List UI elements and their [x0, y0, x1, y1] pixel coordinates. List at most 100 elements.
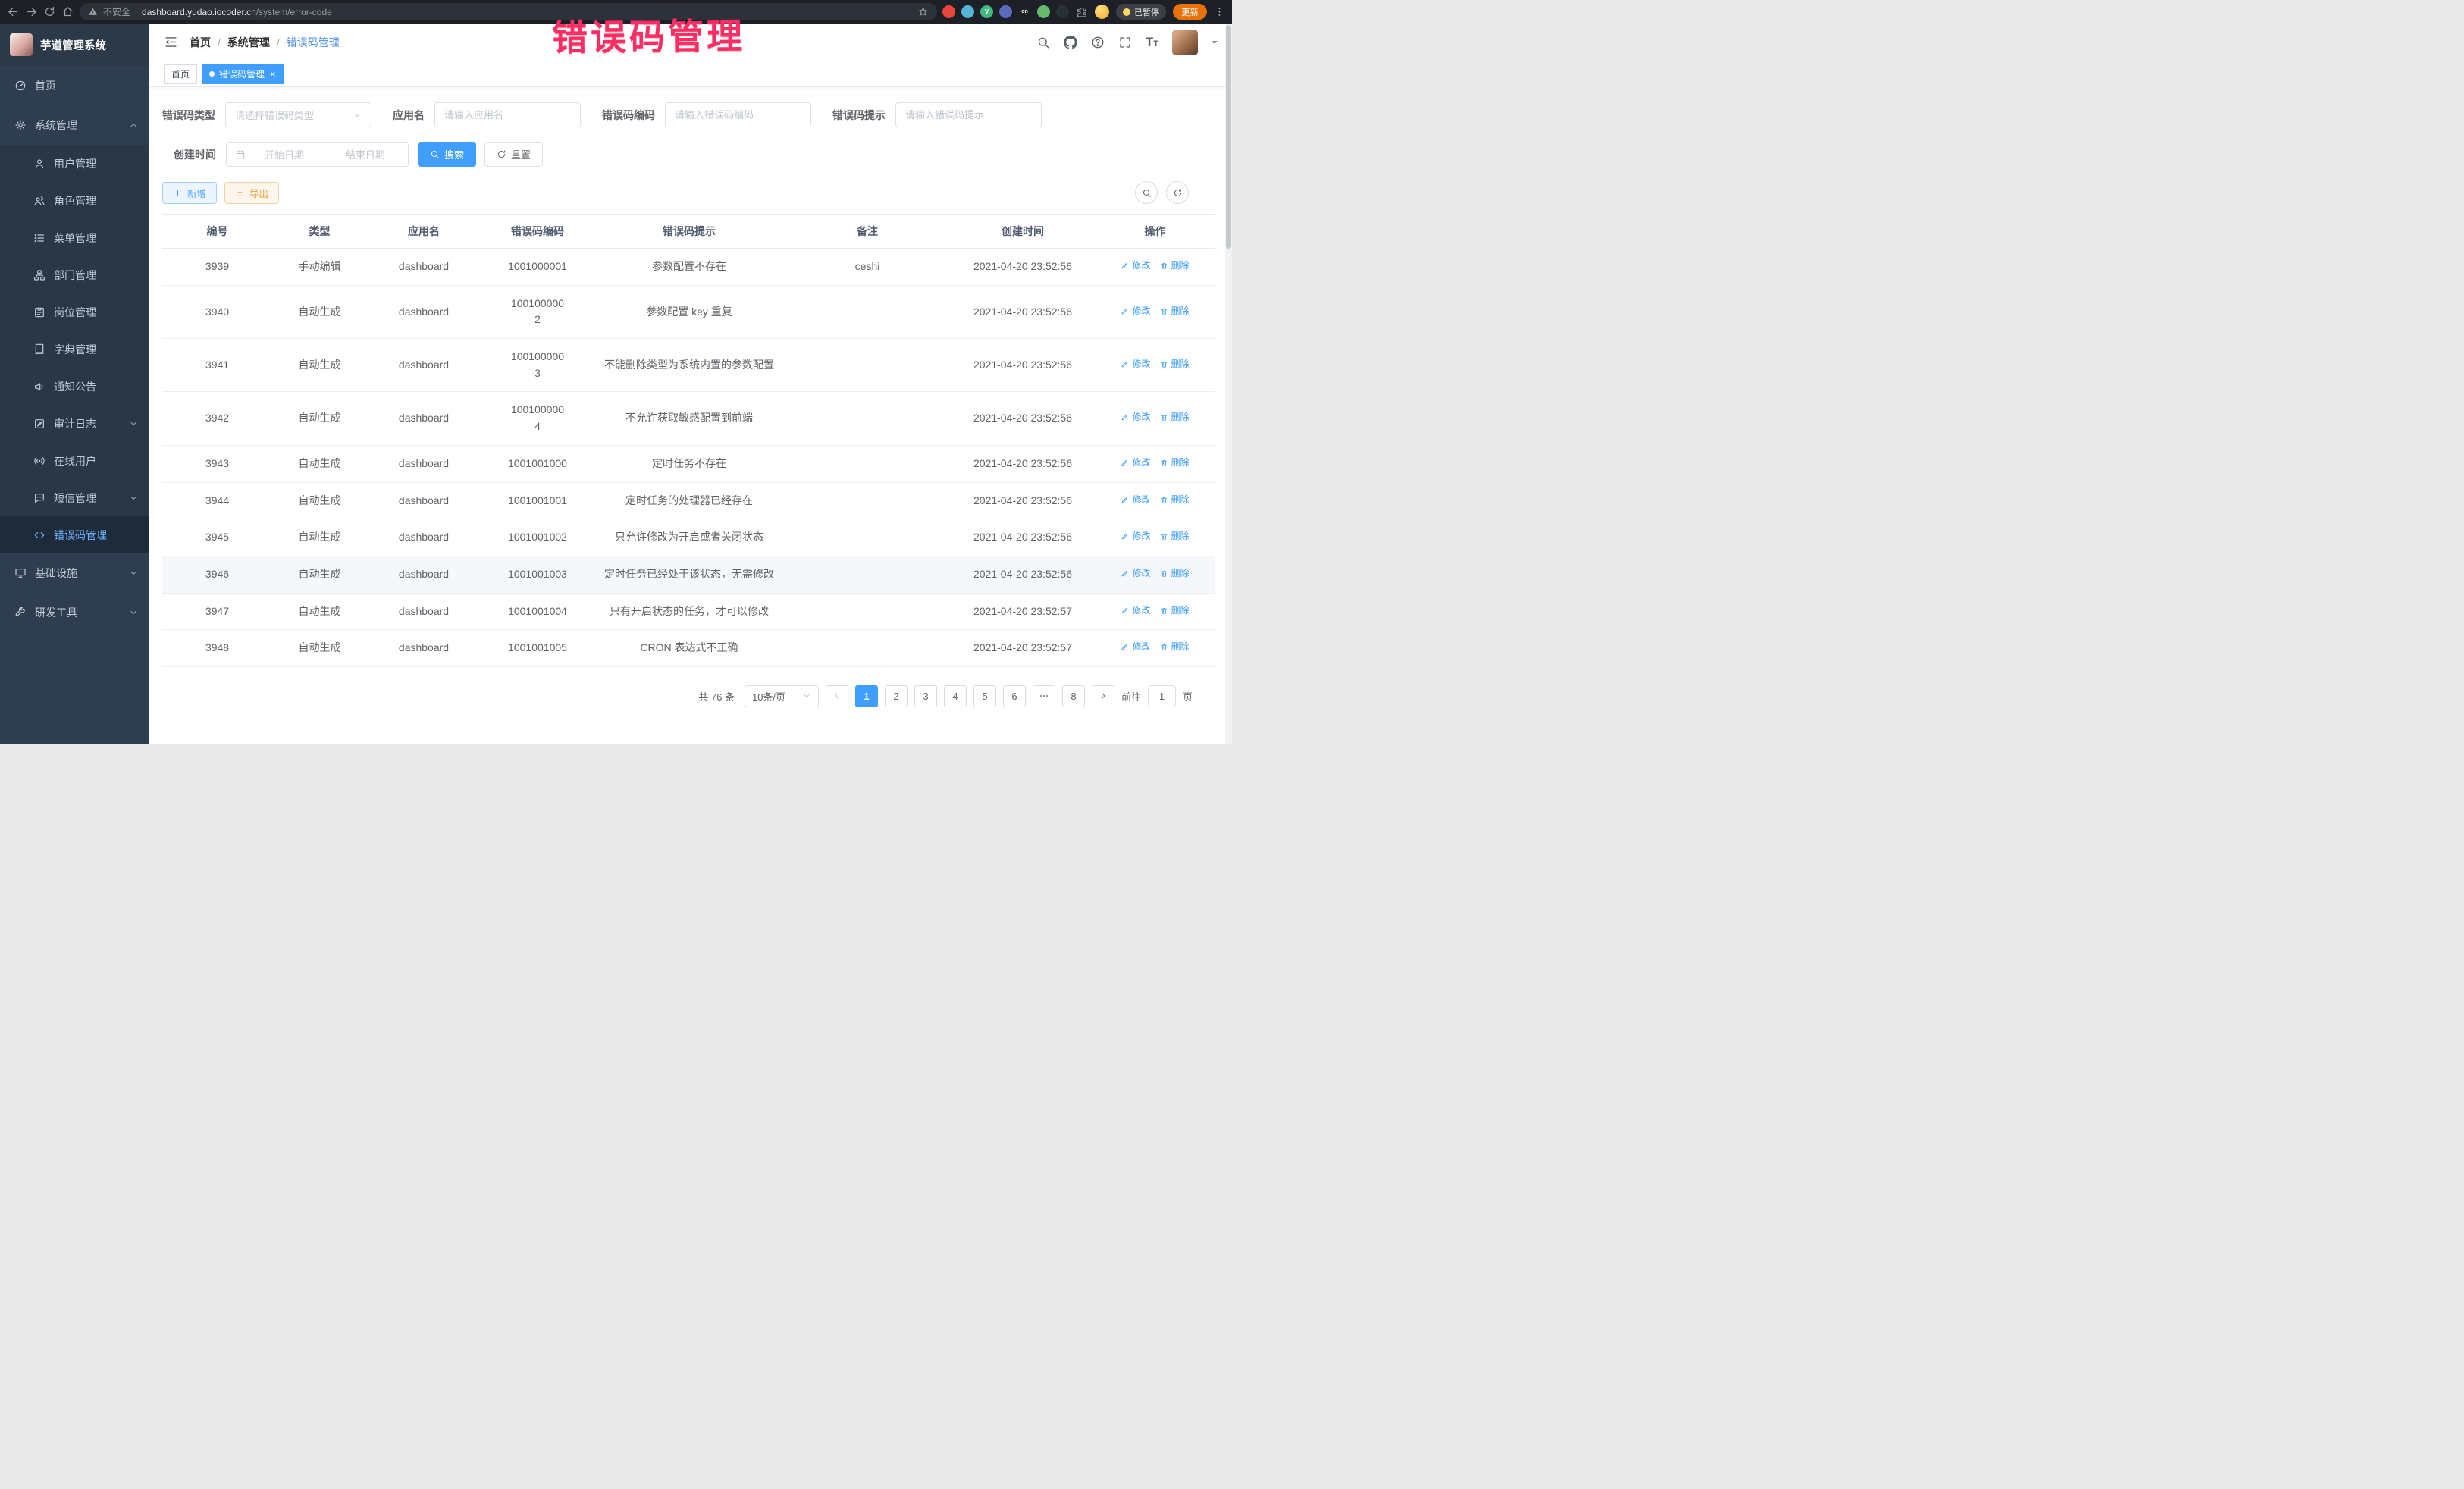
tab-error-code[interactable]: 错误码管理×: [202, 64, 284, 84]
extension-icon[interactable]: [942, 5, 955, 18]
cell-actions: 修改删除: [1095, 519, 1215, 556]
page-button-5[interactable]: 5: [973, 685, 996, 707]
sidebar-item-devtools[interactable]: 研发工具: [0, 593, 149, 632]
sidebar-item-menu[interactable]: 菜单管理: [0, 219, 149, 256]
sidebar-item-label: 通知公告: [54, 379, 138, 394]
goto-page-input[interactable]: [1148, 685, 1176, 707]
reload-icon[interactable]: [43, 5, 56, 18]
edit-link[interactable]: 修改: [1121, 357, 1150, 371]
forward-icon[interactable]: [25, 5, 38, 18]
page-button-3[interactable]: 3: [914, 685, 937, 707]
prev-page-button[interactable]: [826, 685, 848, 707]
search-icon[interactable]: [1036, 36, 1050, 49]
extension-icon[interactable]: V: [980, 5, 993, 18]
bookmark-star-icon[interactable]: [917, 6, 929, 17]
fullscreen-icon[interactable]: [1118, 36, 1132, 49]
page-button-4[interactable]: 4: [944, 685, 967, 707]
delete-link[interactable]: 删除: [1160, 640, 1190, 654]
browser-profile-avatar[interactable]: [1095, 5, 1109, 19]
edit-link[interactable]: 修改: [1121, 304, 1150, 318]
sidebar-item-error-code[interactable]: 错误码管理: [0, 516, 149, 553]
edit-link[interactable]: 修改: [1121, 259, 1150, 273]
browser-menu-icon[interactable]: [1214, 6, 1225, 17]
app-name-input[interactable]: [434, 102, 581, 127]
close-icon[interactable]: ×: [270, 69, 276, 79]
sidebar-item-audit[interactable]: 审计日志: [0, 405, 149, 442]
next-page-button[interactable]: [1092, 685, 1114, 707]
app-logo-area[interactable]: 芋道管理系统: [0, 24, 149, 66]
error-type-select[interactable]: 请选择错误码类型: [225, 102, 371, 127]
edit-link[interactable]: 修改: [1121, 640, 1150, 654]
search-button[interactable]: 搜索: [418, 142, 476, 167]
page-button-1[interactable]: 1: [855, 685, 878, 707]
edit-link[interactable]: 修改: [1121, 456, 1150, 470]
edit-link[interactable]: 修改: [1121, 566, 1150, 581]
table-row: 3947自动生成dashboard1001001004只有开启状态的任务，才可以…: [162, 593, 1215, 630]
delete-link[interactable]: 删除: [1160, 603, 1190, 618]
scrollbar-thumb[interactable]: [1226, 25, 1231, 249]
error-code-input[interactable]: [665, 102, 811, 127]
delete-link[interactable]: 删除: [1160, 259, 1190, 273]
delete-link[interactable]: 删除: [1160, 456, 1190, 470]
role-icon: [33, 195, 45, 207]
cell-code: 1001001000: [481, 445, 594, 482]
extension-icon[interactable]: [961, 5, 974, 18]
avatar-caret-icon[interactable]: [1212, 41, 1218, 47]
breadcrumb-item[interactable]: 首页: [190, 35, 211, 50]
sidebar-fold-icon[interactable]: [164, 35, 178, 49]
sidebar-item-dept[interactable]: 部门管理: [0, 256, 149, 293]
sidebar-item-home[interactable]: 首页: [0, 66, 149, 105]
back-icon[interactable]: [7, 5, 20, 18]
sidebar-item-sms[interactable]: 短信管理: [0, 479, 149, 516]
sidebar-item-user[interactable]: 用户管理: [0, 145, 149, 182]
edit-link[interactable]: 修改: [1121, 493, 1150, 507]
sidebar-item-post[interactable]: 岗位管理: [0, 293, 149, 331]
sidebar-item-online[interactable]: 在线用户: [0, 442, 149, 479]
edit-link[interactable]: 修改: [1121, 410, 1150, 425]
delete-link[interactable]: 删除: [1160, 410, 1190, 425]
refresh-table-button[interactable]: [1166, 181, 1189, 204]
edit-link[interactable]: 修改: [1121, 603, 1150, 618]
breadcrumb-item[interactable]: 系统管理: [227, 35, 270, 50]
error-message-input[interactable]: [895, 102, 1042, 127]
delete-link[interactable]: 删除: [1160, 529, 1190, 544]
browser-home-icon[interactable]: [61, 5, 74, 18]
reset-button[interactable]: 重置: [484, 142, 543, 167]
user-avatar[interactable]: [1172, 30, 1198, 55]
add-button[interactable]: 新增: [162, 182, 217, 204]
toggle-search-button[interactable]: [1135, 181, 1158, 204]
help-icon[interactable]: [1091, 36, 1105, 49]
github-icon[interactable]: [1064, 36, 1077, 49]
page-button-6[interactable]: 6: [1003, 685, 1026, 707]
scrollbar[interactable]: [1225, 24, 1232, 744]
url-bar[interactable]: 不安全 dashboard.yudao.iocoder.cn/system/er…: [80, 3, 937, 20]
extension-icon[interactable]: on: [1018, 5, 1031, 18]
extension-icon[interactable]: [999, 5, 1012, 18]
extensions-puzzle-icon[interactable]: [1076, 6, 1088, 18]
delete-link[interactable]: 删除: [1160, 357, 1190, 371]
more-pages-button[interactable]: [1033, 685, 1055, 707]
not-secure-label: 不安全: [103, 5, 130, 18]
sidebar-item-infra[interactable]: 基础设施: [0, 553, 149, 593]
sidebar-item-label: 部门管理: [54, 268, 138, 283]
export-button[interactable]: 导出: [224, 182, 279, 204]
sidebar-item-label: 岗位管理: [54, 305, 138, 320]
delete-link[interactable]: 删除: [1160, 493, 1190, 507]
page-button-2[interactable]: 2: [885, 685, 908, 707]
sidebar-item-dict[interactable]: 字典管理: [0, 331, 149, 368]
paused-badge[interactable]: 已暂停: [1116, 4, 1166, 20]
delete-link[interactable]: 删除: [1160, 304, 1190, 318]
sidebar-item-role[interactable]: 角色管理: [0, 182, 149, 219]
browser-update-button[interactable]: 更新: [1173, 4, 1207, 20]
sidebar-item-system[interactable]: 系统管理: [0, 105, 149, 145]
delete-link[interactable]: 删除: [1160, 566, 1190, 581]
extension-icon[interactable]: [1037, 5, 1050, 18]
sidebar-item-notice[interactable]: 通知公告: [0, 368, 149, 405]
create-time-range-picker[interactable]: 开始日期 - 结束日期: [226, 142, 409, 167]
extension-icon[interactable]: [1056, 5, 1069, 18]
font-size-icon[interactable]: TT: [1146, 36, 1158, 49]
edit-link[interactable]: 修改: [1121, 529, 1150, 544]
tab-home[interactable]: 首页: [164, 64, 197, 84]
page-size-select[interactable]: 10条/页: [745, 685, 819, 707]
page-button-8[interactable]: 8: [1062, 685, 1085, 707]
